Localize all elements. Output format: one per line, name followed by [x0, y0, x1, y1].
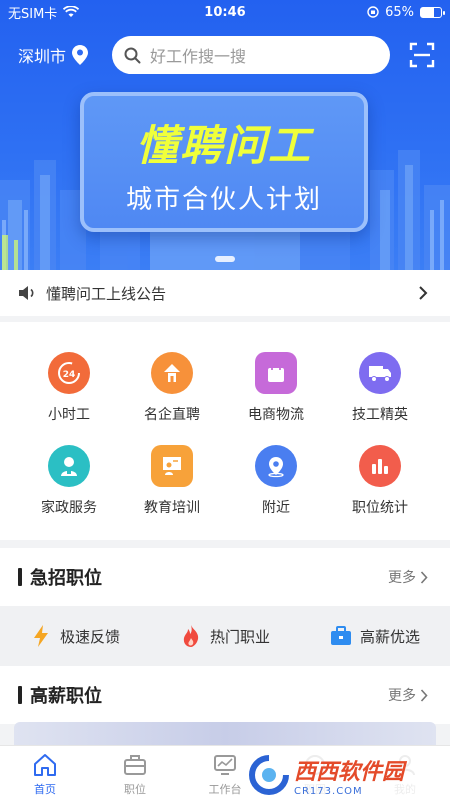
clock: 10:46: [204, 4, 246, 20]
scan-icon[interactable]: [408, 41, 436, 69]
category-label: 技工精英: [352, 407, 408, 423]
search-icon: [124, 46, 142, 64]
quick-tag-label: 高薪优选: [359, 627, 420, 646]
category-ecommerce-logistics[interactable]: 电商物流: [220, 352, 332, 442]
enterprise-icon: [151, 352, 193, 394]
banner-title: 懂聘问工: [135, 121, 312, 170]
flame-icon: [180, 625, 202, 647]
wifi-icon: [63, 6, 80, 17]
category-label: 电商物流: [248, 407, 304, 423]
top-header: 深圳市 好工作搜一搜: [0, 36, 450, 74]
category-education-training[interactable]: 教育培训: [116, 445, 228, 535]
category-grid: 24 小时工 名企直聘 电商物流 技工精英 家政服务 教育培训 附近 职位统计: [0, 322, 450, 540]
nearby-pin-icon: [255, 445, 297, 487]
status-bar: 无SIM卡 10:46 65%: [0, 0, 450, 24]
search-input[interactable]: 好工作搜一搜: [112, 36, 391, 74]
carousel-indicator: [215, 256, 235, 262]
quick-tag-high-salary[interactable]: 高薪优选: [300, 625, 450, 647]
category-label: 名企直聘: [144, 407, 200, 423]
battery-icon: [420, 6, 445, 18]
chevron-right-icon[interactable]: [420, 688, 432, 702]
category-job-statistics[interactable]: 职位统计: [324, 445, 436, 535]
category-housekeeping[interactable]: 家政服务: [13, 445, 125, 535]
section-title: 急招职位: [30, 568, 102, 589]
category-label: 小时工: [48, 407, 90, 423]
category-skilled-elite[interactable]: 技工精英: [324, 352, 436, 442]
section-accent-bar: [18, 686, 22, 704]
speaker-icon: [18, 283, 38, 303]
category-nearby[interactable]: 附近: [220, 445, 332, 535]
housekeeper-icon: [48, 445, 90, 487]
category-famous-enterprise[interactable]: 名企直聘: [116, 352, 228, 442]
more-link[interactable]: 更多: [388, 567, 416, 587]
category-label: 家政服务: [41, 500, 97, 516]
watermark-logo-icon: [249, 755, 289, 795]
quick-tag-hot-jobs[interactable]: 热门职业: [150, 625, 300, 647]
category-label: 职位统计: [352, 500, 408, 516]
location-pin-icon[interactable]: [72, 44, 90, 66]
category-hourly-work[interactable]: 24 小时工: [13, 352, 125, 442]
category-label: 附近: [262, 500, 290, 516]
city-partner-banner[interactable]: 懂聘问工 城市合伙人计划: [80, 92, 368, 232]
briefcase-icon: [122, 752, 148, 778]
tab-home[interactable]: 首页: [0, 746, 90, 799]
tab-jobs[interactable]: 职位: [90, 746, 180, 799]
urgent-jobs-header: 急招职位 更多: [0, 548, 450, 606]
quick-tag-label: 热门职业: [209, 627, 270, 646]
orientation-lock-icon: [367, 6, 379, 18]
watermark-url: CR173.COM: [294, 785, 363, 797]
svg-text:24: 24: [63, 370, 76, 380]
more-link[interactable]: 更多: [388, 685, 416, 705]
lightning-icon: [30, 625, 52, 647]
announcement-bar[interactable]: 懂聘问工上线公告: [0, 270, 450, 316]
shopping-bag-icon: [255, 352, 297, 394]
category-label: 教育培训: [144, 500, 200, 516]
battery-percent: 65%: [385, 4, 414, 20]
bar-stats-icon: [359, 445, 401, 487]
city-selector[interactable]: 深圳市: [18, 43, 66, 67]
section-title: 高薪职位: [30, 686, 102, 707]
teacher-board-icon: [151, 445, 193, 487]
home-icon: [32, 752, 58, 778]
watermark-brand: 西西软件园: [294, 759, 405, 785]
tab-label: 首页: [34, 783, 56, 796]
truck-icon: [359, 352, 401, 394]
site-watermark: 西西软件园 CR173.COM: [248, 753, 444, 797]
chevron-right-icon: [418, 286, 432, 300]
quick-tag-fast-feedback[interactable]: 极速反馈: [0, 625, 150, 647]
bottom-tab-bar: 首页 职位 工作台 职圈 我的 西西软件园 CR173.COM: [0, 745, 450, 799]
chevron-right-icon[interactable]: [420, 570, 432, 584]
workbench-icon: [212, 752, 238, 778]
search-placeholder: 好工作搜一搜: [150, 47, 247, 66]
24h-clock-icon: 24: [48, 352, 90, 394]
briefcase-icon: [330, 625, 352, 647]
section-accent-bar: [18, 568, 22, 586]
carrier-label: 无SIM卡: [8, 6, 58, 22]
quick-tags-row: 极速反馈 热门职业 高薪优选: [0, 606, 450, 666]
announcement-text: 懂聘问工上线公告: [46, 284, 167, 303]
banner-subtitle: 城市合伙人计划: [125, 185, 322, 215]
high-salary-jobs-header: 高薪职位 更多: [0, 666, 450, 724]
tab-label: 职位: [124, 783, 146, 796]
quick-tag-label: 极速反馈: [59, 627, 120, 646]
tab-label: 工作台: [208, 783, 242, 796]
